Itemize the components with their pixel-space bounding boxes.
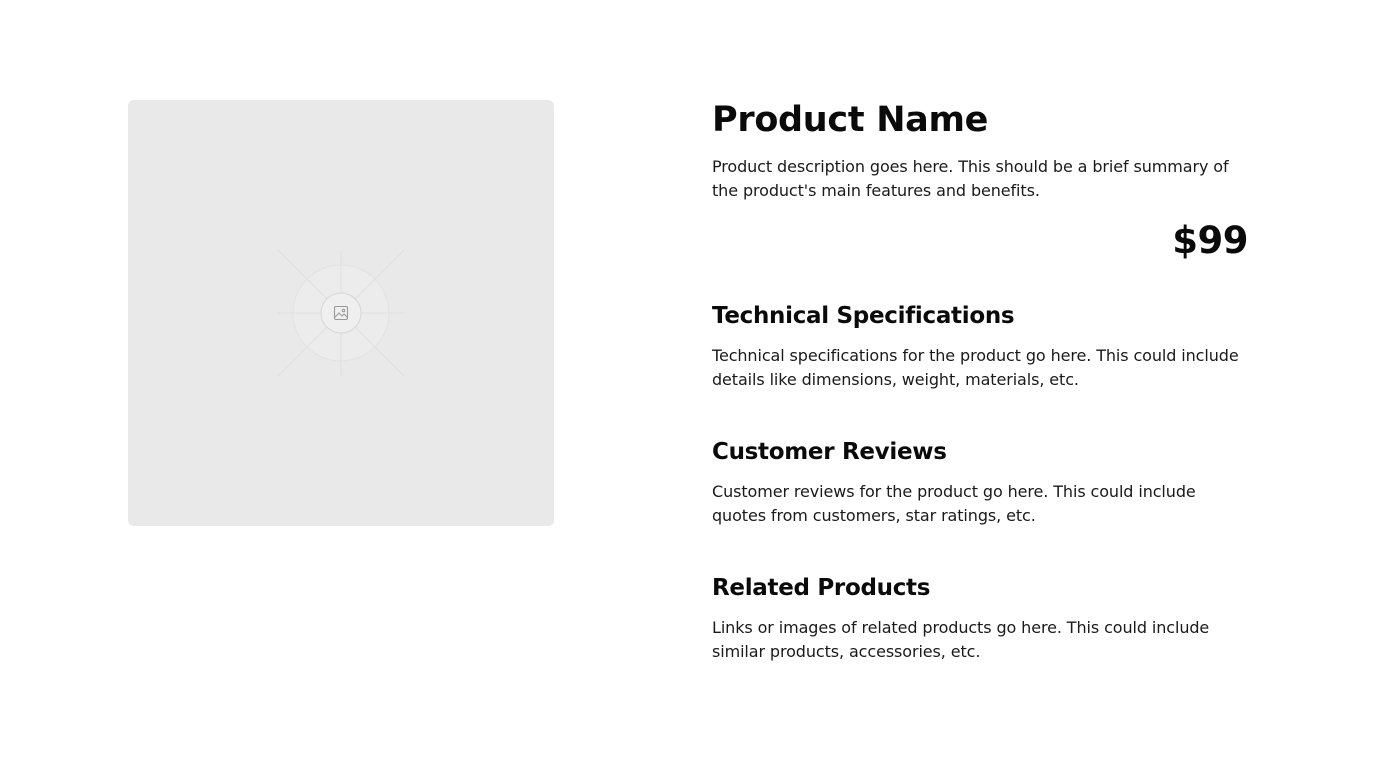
section-title: Related Products bbox=[712, 575, 931, 601]
section-title: Customer Reviews bbox=[712, 439, 947, 465]
section-body: Technical specifications for the product… bbox=[712, 346, 1239, 389]
section-body: Links or images of related products go h… bbox=[712, 618, 1210, 661]
product-page: Product Name Product description goes he… bbox=[0, 0, 1376, 768]
section-body: Customer reviews for the product go here… bbox=[712, 482, 1196, 525]
product-image-placeholder bbox=[128, 100, 554, 526]
technical-specifications-section: Technical Specifications Technical speci… bbox=[712, 300, 1248, 392]
customer-reviews-section: Customer Reviews Customer reviews for th… bbox=[712, 436, 1248, 528]
section-title: Technical Specifications bbox=[712, 303, 1015, 329]
related-products-section: Related Products Links or images of rela… bbox=[712, 572, 1248, 664]
product-info: Product Name Product description goes he… bbox=[712, 96, 1248, 661]
price-row: $99 bbox=[712, 213, 1248, 269]
image-placeholder-graphic bbox=[277, 249, 405, 377]
product-price: $99 bbox=[1172, 219, 1248, 262]
product-title: Product Name bbox=[712, 100, 989, 140]
product-description: Product description goes here. This shou… bbox=[712, 157, 1229, 200]
